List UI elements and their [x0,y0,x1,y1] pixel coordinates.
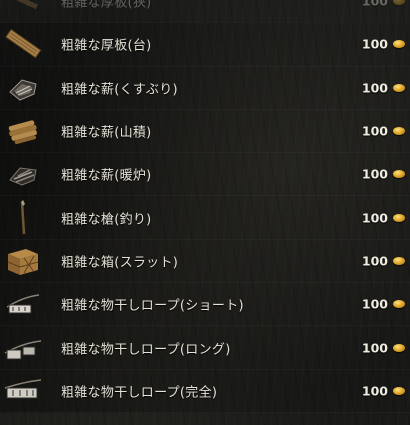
gold-coin-icon [393,83,405,92]
item-name: 粗雑な物干しロープ(ショート) [61,298,244,314]
plank-stand-icon [3,26,43,62]
item-price: 100 [361,0,388,9]
item-price: 100 [361,123,388,139]
gold-coin-icon [393,127,405,136]
item-name: 粗雑な薪(山積) [61,125,152,141]
shop-item-row[interactable]: 粗雑な物干しロープ(完全) 100 [0,369,410,413]
item-price: 100 [361,383,388,399]
gold-coin-icon [393,300,405,309]
item-name: 粗雑な厚板(狭) [61,0,152,11]
shop-item-row[interactable]: 粗雑な槍(釣り) 100 [0,196,410,240]
shop-item-row[interactable]: 粗雑な厚板(台) 100 [0,23,410,67]
item-price: 100 [361,36,388,52]
gold-coin-icon [393,170,405,179]
item-price: 100 [361,80,388,96]
shop-item-row[interactable]: 粗雑な箱(スラット) 100 [0,239,410,284]
item-price: 100 [361,166,388,182]
gold-coin-icon [393,213,405,222]
clothesline-long-icon [3,330,43,366]
gold-coin-icon [393,386,405,395]
item-price: 100 [361,296,388,312]
item-name: 粗雑な箱(スラット) [61,255,179,271]
shop-item-row[interactable]: 粗雑な物干しロープ(ショート) 100 [0,283,410,327]
shop-item-row[interactable]: 粗雑な厚板(狭) 100 [0,0,410,24]
item-price: 100 [361,210,388,226]
slat-crate-icon [3,243,43,279]
shop-item-row[interactable]: 粗雑な薪(山積) 100 [0,109,410,154]
shop-item-row[interactable]: 粗雑な薪(暖炉) 100 [0,153,410,197]
clothesline-short-icon [3,286,43,322]
firewood-smolder-icon [3,70,43,106]
shop-item-row[interactable]: 粗雑な薪(くすぶり) 100 [0,66,410,110]
item-price: 100 [361,340,388,356]
gold-coin-icon [393,343,405,352]
item-name: 粗雑な薪(くすぶり) [61,82,178,98]
item-name: 粗雑な薪(暖炉) [61,168,152,184]
firewood-pile-icon [3,113,43,149]
plank-narrow-icon [3,0,43,19]
firewood-fireplace-icon [3,156,43,192]
gold-coin-icon [393,40,405,49]
fishing-spear-icon [3,199,43,236]
item-name: 粗雑な物干しロープ(ロング) [61,342,231,358]
shop-item-list: 粗雑な厚板(狭) 100 粗雑な厚板(台) 100 粗雑な薪(くすぶり) 100… [0,0,410,413]
shop-item-row[interactable]: 粗雑な物干しロープ(ロング) 100 [0,326,410,370]
item-price: 100 [361,253,388,269]
gold-coin-icon [393,256,405,265]
gold-coin-icon [393,0,405,6]
item-name: 粗雑な厚板(台) [61,38,152,54]
item-name: 粗雑な物干しロープ(完全) [61,385,218,401]
item-name: 粗雑な槍(釣り) [61,212,152,228]
clothesline-full-icon [3,373,43,409]
